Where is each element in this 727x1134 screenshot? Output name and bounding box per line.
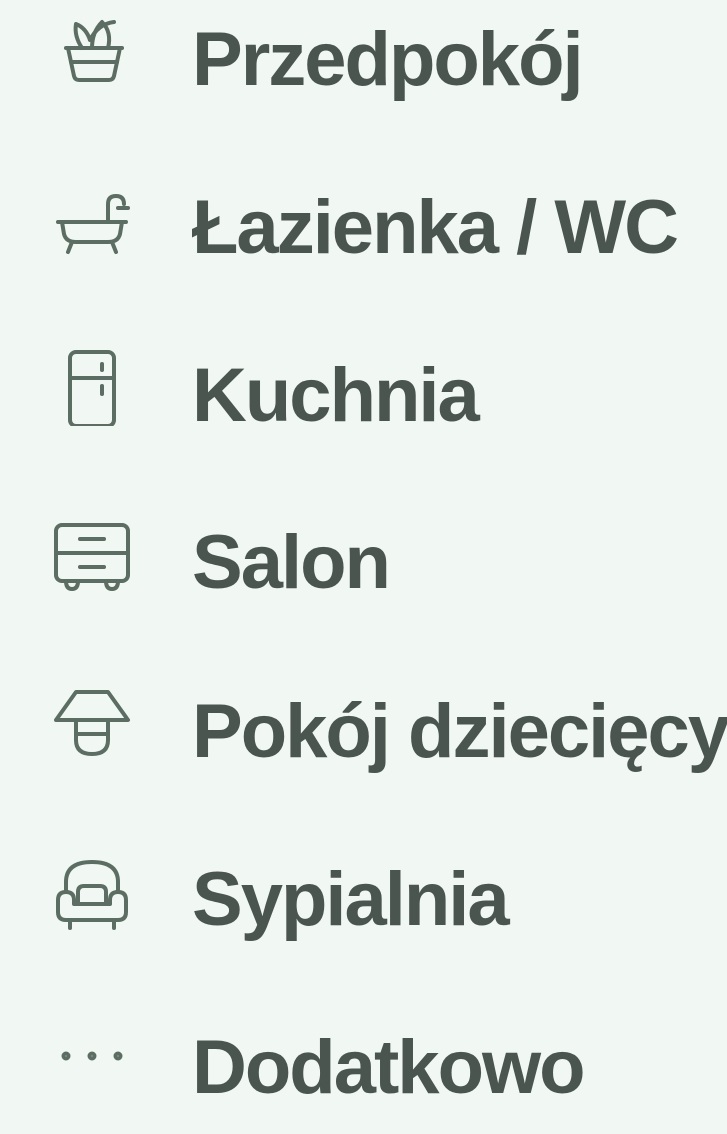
- menu-item-label: Łazienka / WC: [192, 185, 679, 270]
- fridge-icon: [52, 346, 132, 426]
- menu-item-pokoj-dzieciecy[interactable]: Pokój dziecięcy: [0, 658, 727, 798]
- menu-item-salon[interactable]: Salon: [0, 489, 727, 629]
- more-dots-icon: [52, 1016, 132, 1096]
- plant-basket-icon: [52, 6, 132, 86]
- menu-item-label: Kuchnia: [192, 353, 480, 438]
- dresser-icon: [52, 517, 132, 597]
- lamp-icon: [52, 684, 132, 764]
- menu-item-kuchnia[interactable]: Kuchnia: [0, 322, 727, 462]
- menu-item-label: Przedpokój: [192, 17, 584, 102]
- menu-item-dodatkowo[interactable]: Dodatkowo: [0, 994, 727, 1134]
- menu-item-label: Sypialnia: [192, 857, 510, 942]
- menu-item-sypialnia[interactable]: Sypialnia: [0, 826, 727, 966]
- room-category-menu: Przedpokój Łazienka / WC Kuchnia Salon P…: [0, 0, 727, 1106]
- menu-item-label: Pokój dziecięcy: [192, 689, 727, 774]
- menu-item-przedpokoj[interactable]: Przedpokój: [0, 0, 727, 126]
- armchair-icon: [52, 854, 132, 934]
- menu-item-lazienka[interactable]: Łazienka / WC: [0, 154, 727, 294]
- menu-item-label: Salon: [192, 520, 391, 605]
- bathtub-icon: [52, 180, 132, 260]
- menu-item-label: Dodatkowo: [192, 1025, 586, 1110]
